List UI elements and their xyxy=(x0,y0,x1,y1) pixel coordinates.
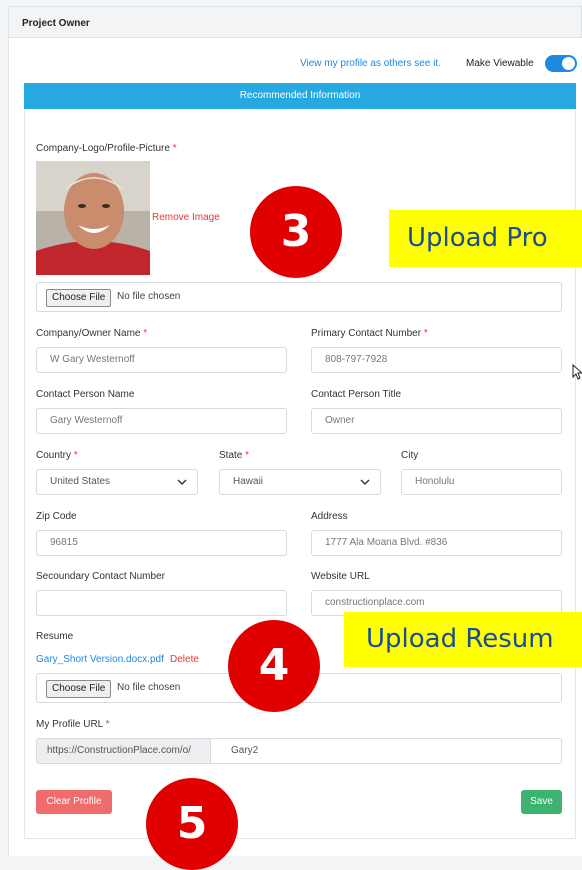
required-marker: * xyxy=(423,328,428,339)
city-label: City xyxy=(401,450,419,461)
profile-url-label-text: My Profile URL xyxy=(36,719,103,730)
logo-label-text: Company-Logo/Profile-Picture xyxy=(36,143,170,154)
make-viewable-label: Make Viewable xyxy=(466,58,534,69)
state-select[interactable]: Hawaii xyxy=(219,469,381,495)
view-profile-link[interactable]: View my profile as others see it. xyxy=(300,58,441,69)
address-label: Address xyxy=(311,511,348,522)
zip-label: Zip Code xyxy=(36,511,77,522)
contact-person-label: Contact Person Name xyxy=(36,389,135,400)
toggle-knob xyxy=(562,57,575,70)
secondary-contact-label: Secoundary Contact Number xyxy=(36,571,165,582)
company-name-input[interactable]: W Gary Westernoff xyxy=(36,347,287,373)
resume-file-link[interactable]: Gary_Short Version.docx.pdf xyxy=(36,654,164,665)
upload-profile-callout: Upload Pro xyxy=(389,210,582,267)
contact-title-label: Contact Person Title xyxy=(311,389,402,400)
recommended-info-banner: Recommended Information xyxy=(24,83,576,109)
profile-url-label: My Profile URL * xyxy=(36,719,110,730)
zip-input[interactable]: 96815 xyxy=(36,530,287,556)
chevron-down-icon xyxy=(360,479,370,485)
page-title: Project Owner xyxy=(22,18,90,29)
save-button[interactable]: Save xyxy=(521,790,562,814)
state-label-text: State xyxy=(219,450,243,461)
mouse-cursor-icon xyxy=(572,364,582,380)
resume-label: Resume xyxy=(36,631,74,642)
choose-file-button[interactable]: Choose File xyxy=(46,289,112,307)
primary-contact-input[interactable]: 808-797-7928 xyxy=(311,347,562,373)
required-marker: * xyxy=(73,450,78,461)
logo-label: Company-Logo/Profile-Picture * xyxy=(36,143,177,154)
page-header: Project Owner xyxy=(8,6,582,38)
upload-resume-callout: Upload Resum xyxy=(344,612,582,667)
step-3-marker: 3 xyxy=(250,186,342,278)
address-input[interactable]: 1777 Ala Moana Blvd. #836 xyxy=(311,530,562,556)
required-marker: * xyxy=(105,719,110,730)
file-status: No file chosen xyxy=(117,291,181,302)
company-name-label-text: Company/Owner Name xyxy=(36,328,141,339)
city-input[interactable]: Honolulu xyxy=(401,469,562,495)
country-select[interactable]: United States xyxy=(36,469,198,495)
website-label: Website URL xyxy=(311,571,370,582)
secondary-contact-input[interactable] xyxy=(36,590,287,616)
primary-contact-label-text: Primary Contact Number xyxy=(311,328,422,339)
state-value: Hawaii xyxy=(233,476,264,487)
profile-url-prefix: https://ConstructionPlace.com/o/ xyxy=(36,738,211,764)
required-marker: * xyxy=(245,450,250,461)
choose-file-button[interactable]: Choose File xyxy=(46,680,112,698)
chevron-down-icon xyxy=(177,479,187,485)
step-4-marker: 4 xyxy=(228,620,320,712)
country-label-text: Country xyxy=(36,450,72,461)
required-marker: * xyxy=(143,328,148,339)
profile-picture xyxy=(36,161,150,275)
country-value: United States xyxy=(50,476,111,487)
country-label: Country * xyxy=(36,450,78,461)
company-name-label: Company/Owner Name * xyxy=(36,328,147,339)
remove-image-link[interactable]: Remove Image xyxy=(152,212,220,223)
file-status: No file chosen xyxy=(117,682,181,693)
clear-profile-button[interactable]: Clear Profile xyxy=(36,790,112,814)
required-marker: * xyxy=(172,143,177,154)
profile-url-input[interactable]: Gary2 xyxy=(210,738,562,764)
step-5-marker: 5 xyxy=(146,778,238,870)
logo-file-input[interactable]: Choose File No file chosen xyxy=(36,282,562,312)
contact-title-input[interactable]: Owner xyxy=(311,408,562,434)
contact-person-input[interactable]: Gary Westernoff xyxy=(36,408,287,434)
make-viewable-toggle[interactable] xyxy=(545,55,577,72)
state-label: State * xyxy=(219,450,249,461)
primary-contact-label: Primary Contact Number * xyxy=(311,328,428,339)
resume-delete-link[interactable]: Delete xyxy=(170,654,199,665)
